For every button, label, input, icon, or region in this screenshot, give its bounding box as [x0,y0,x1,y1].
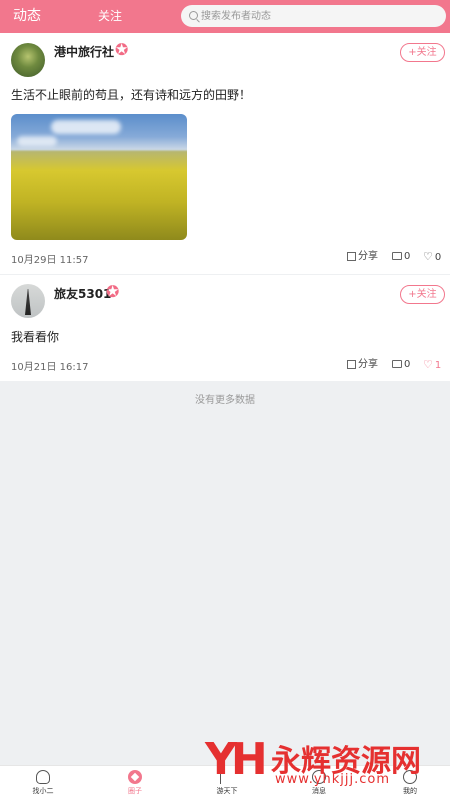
comment-icon [392,252,402,260]
like-count: 0 [434,252,442,263]
post-content: 我看看你 [11,330,60,344]
post-date: 10月29日 11:57 [11,255,89,266]
watermark: YH 永辉资源网 www.yhkjjj.com [205,732,445,792]
like-button[interactable]: ♡ 1 [423,358,441,372]
heart-icon: ♡ [423,358,433,371]
tab-label: 圈子 [128,787,142,795]
share-icon [347,251,356,261]
post-date: 10月21日 16:17 [11,362,89,373]
comment-button[interactable]: 0 [392,250,410,264]
share-label: 分享 [358,359,378,370]
like-button[interactable]: ♡ 0 [423,250,441,264]
tab-follow[interactable]: 关注 [98,0,122,33]
comment-count: 0 [404,359,411,370]
people-icon [36,770,50,784]
like-count: 1 [434,360,442,371]
tab-find-guide[interactable]: 找小二 [3,766,83,796]
tower-image [25,289,31,315]
post-content: 生活不止眼前的苟且，还有诗和远方的田野！ [11,88,252,102]
compass-icon [128,770,142,784]
share-icon [347,359,356,369]
heart-icon: ♡ [423,250,433,263]
share-button[interactable]: 分享 [347,358,378,372]
follow-button[interactable]: +关注 [400,43,445,62]
follow-button[interactable]: +关注 [400,285,445,304]
post-image[interactable] [11,114,187,240]
author-name[interactable]: 港中旅行社 [54,43,114,60]
share-label: 分享 [358,251,378,262]
cloud-decoration [51,120,121,134]
top-header: 动态 关注 [0,0,450,33]
avatar[interactable] [11,43,45,77]
watermark-logo: YH [205,734,268,785]
post-card: 旅友5301 ✪ +关注 我看看你 10月21日 16:17 分享 0 ♡ 1 [0,275,450,381]
comment-button[interactable]: 0 [392,358,410,372]
search-icon [189,11,198,20]
no-more-data: 没有更多数据 [195,395,255,406]
post-card: 港中旅行社 ✪ +关注 生活不止眼前的苟且，还有诗和远方的田野！ 10月29日 … [0,33,450,274]
tab-circle[interactable]: 圈子 [95,766,175,796]
tab-label: 找小二 [32,787,54,795]
comment-count: 0 [404,251,411,262]
cloud-decoration [17,136,57,146]
tab-dynamics[interactable]: 动态 [13,0,41,33]
search-input[interactable] [201,5,441,27]
search-bar[interactable] [181,5,446,27]
star-badge-icon: ✪ [106,282,120,301]
avatar[interactable] [11,284,45,318]
watermark-url: www.yhkjjj.com [275,772,391,787]
comment-icon [392,360,402,368]
author-name[interactable]: 旅友5301 [54,285,111,302]
star-badge-icon: ✪ [115,40,129,59]
share-button[interactable]: 分享 [347,250,378,264]
